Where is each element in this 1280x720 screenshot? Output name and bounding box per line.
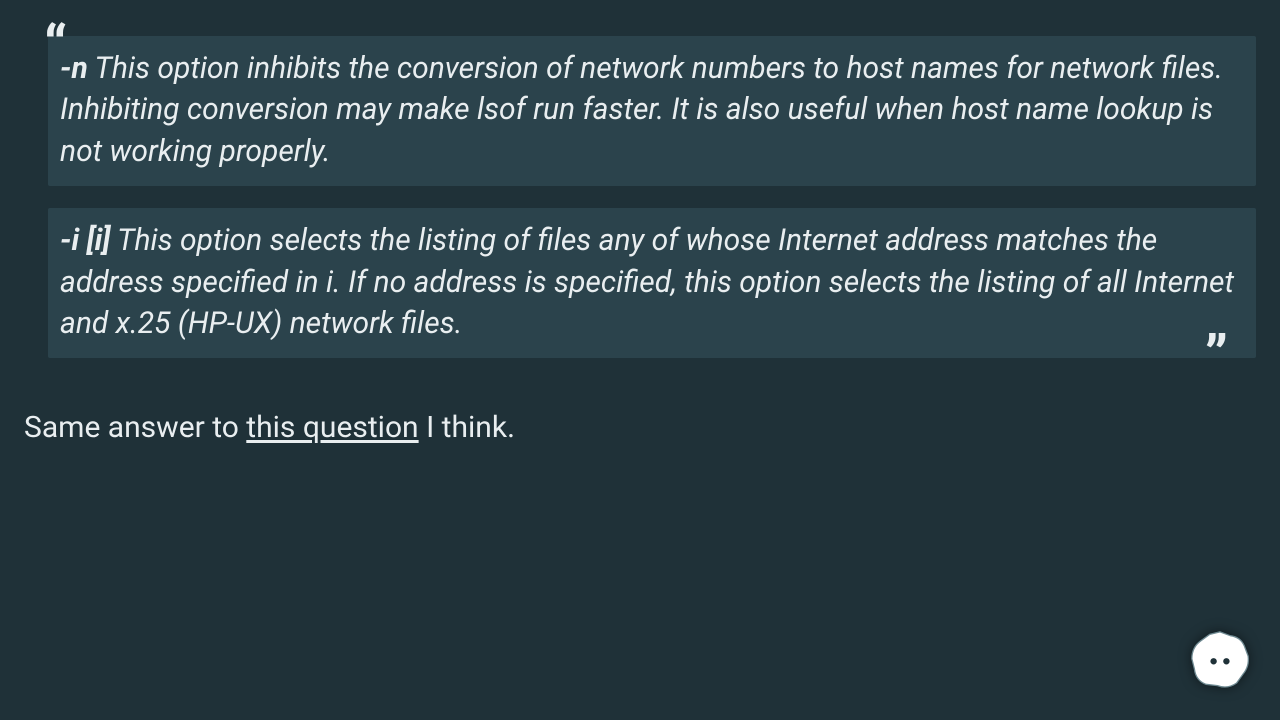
answer-line: Same answer to this question I think. xyxy=(24,408,1256,447)
related-question-link[interactable]: this question xyxy=(246,410,418,445)
blockquote: -n This option inhibits the conversion o… xyxy=(48,24,1256,358)
answer-text-after: I think. xyxy=(419,410,515,445)
quote-paragraph: -n This option inhibits the conversion o… xyxy=(48,36,1256,186)
option-description: This option inhibits the conversion of n… xyxy=(60,51,1223,169)
answer-text-before: Same answer to xyxy=(24,410,246,445)
option-description: This option selects the listing of files… xyxy=(60,223,1234,341)
option-flag: -i [i] xyxy=(60,223,110,258)
option-flag: -n xyxy=(60,51,88,86)
chat-widget-icon[interactable] xyxy=(1188,628,1252,692)
quote-paragraph: -i [i] This option selects the listing o… xyxy=(48,208,1256,358)
page: -n This option inhibits the conversion o… xyxy=(0,0,1280,720)
